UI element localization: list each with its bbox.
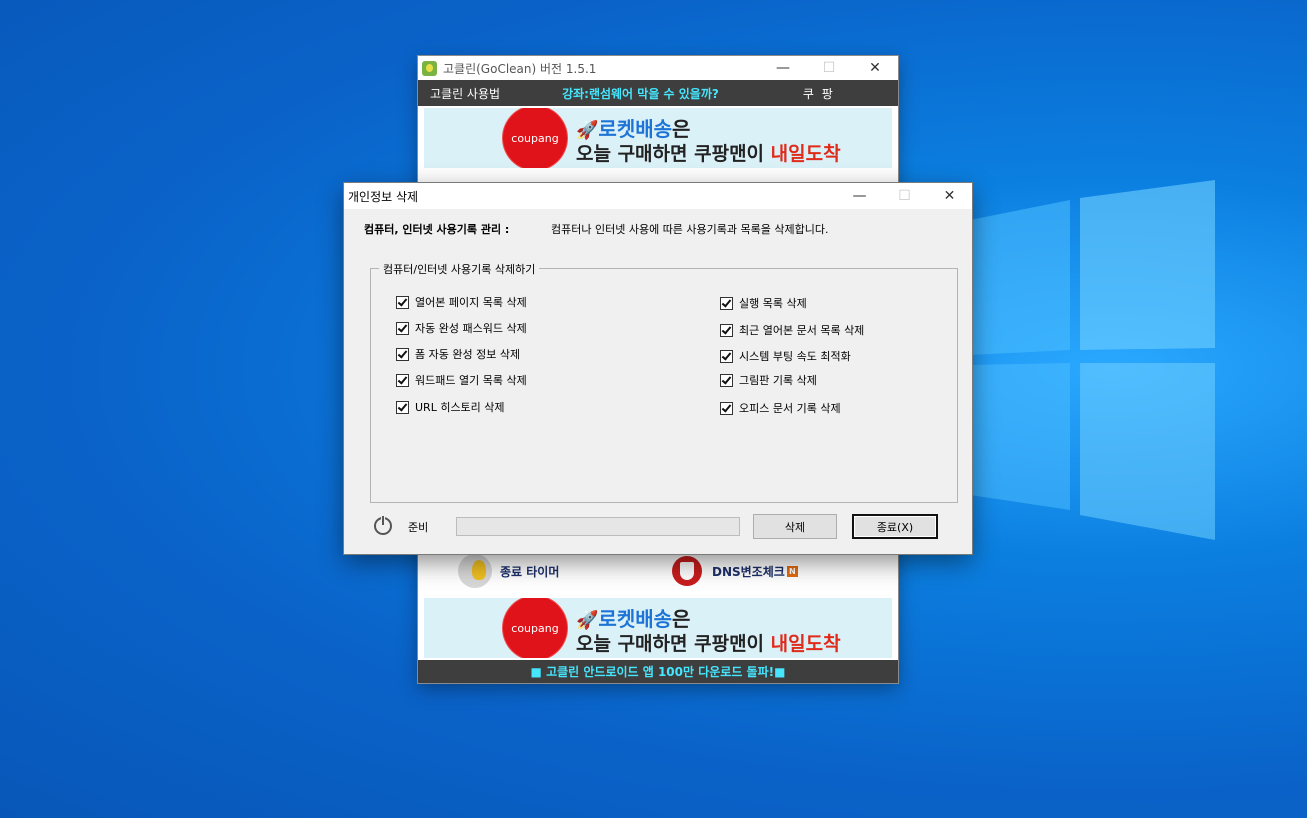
checkbox-office-history[interactable]: 오피스 문서 기록 삭제 xyxy=(720,400,841,416)
banner-headline: 🚀로켓배송은 xyxy=(576,113,690,142)
checkbox-label: 시스템 부팅 속도 최적화 xyxy=(739,350,851,363)
checkbox-box[interactable] xyxy=(720,296,733,310)
rocket-icon: 🚀 xyxy=(576,610,599,631)
banner-subline: 오늘 구매하면 쿠팡맨이 내일도착 xyxy=(576,629,841,656)
checkbox-autocomplete-password[interactable]: 자동 완성 패스워드 삭제 xyxy=(396,320,527,336)
checkbox-box[interactable] xyxy=(396,373,409,387)
checkbox-box[interactable] xyxy=(396,295,409,309)
minimize-button[interactable]: — xyxy=(760,56,806,80)
checkbox-label: 폼 자동 완성 정보 삭제 xyxy=(415,348,521,361)
checkbox-label: 최근 열어본 문서 목록 삭제 xyxy=(739,324,865,337)
main-menubar: 고클린 사용법 강좌:랜섬웨어 막을 수 있을까? 쿠 팡 xyxy=(418,80,898,106)
checkbox-boot-optimize[interactable]: 시스템 부팅 속도 최적화 xyxy=(720,348,851,364)
progress-bar xyxy=(456,517,740,536)
checkbox-label: 워드패드 열기 목록 삭제 xyxy=(415,374,527,387)
info-label: 컴퓨터, 인터넷 사용기록 관리 : xyxy=(364,223,510,236)
checkbox-label: 자동 완성 패스워드 삭제 xyxy=(415,322,527,335)
dialog-titlebar: 개인정보 삭제 — ☐ ✕ xyxy=(344,183,972,209)
privacy-delete-dialog: 개인정보 삭제 — ☐ ✕ 컴퓨터, 인터넷 사용기록 관리 : 컴퓨터나 인터… xyxy=(344,183,972,554)
shield-icon xyxy=(670,554,704,588)
timer-label: 종료 타이머 xyxy=(500,564,560,579)
checkbox-wordpad-list[interactable]: 워드패드 열기 목록 삭제 xyxy=(396,372,527,388)
checkbox-run-list[interactable]: 실행 목록 삭제 xyxy=(720,295,807,311)
checkbox-label: URL 히스토리 삭제 xyxy=(415,401,505,414)
checkbox-box[interactable] xyxy=(720,349,733,363)
close-button[interactable]: ✕ xyxy=(927,183,972,209)
checkbox-form-autocomplete[interactable]: 폼 자동 완성 정보 삭제 xyxy=(396,346,520,362)
menu-coupang[interactable]: 쿠 팡 xyxy=(803,85,835,102)
coupang-logo-badge: coupang xyxy=(506,599,564,657)
checkbox-label: 오피스 문서 기록 삭제 xyxy=(739,402,841,415)
banner-subline-text: 오늘 구매하면 쿠팡맨이 xyxy=(576,143,771,165)
main-titlebar: 고클린(GoClean) 버전 1.5.1 — ☐ ✕ xyxy=(418,56,898,80)
banner-brand: 로켓배송 xyxy=(598,117,673,141)
banner-subline: 오늘 구매하면 쿠팡맨이 내일도착 xyxy=(576,139,841,166)
main-window-title: 고클린(GoClean) 버전 1.5.1 xyxy=(443,61,597,76)
dns-label: DNS변조체크 xyxy=(712,564,785,579)
banner-suffix: 은 xyxy=(672,607,691,631)
history-delete-group: 컴퓨터/인터넷 사용기록 삭제하기 열어본 페이지 목록 삭제 자동 완성 패스… xyxy=(370,261,958,503)
coupang-logo-badge: coupang xyxy=(506,109,564,167)
banner-highlight: 내일도착 xyxy=(770,143,841,165)
checkbox-url-history[interactable]: URL 히스토리 삭제 xyxy=(396,399,505,415)
checkbox-box[interactable] xyxy=(396,321,409,335)
checkbox-box[interactable] xyxy=(720,323,733,337)
dns-check-tool[interactable]: DNS변조체크 N xyxy=(670,549,798,593)
info-description: 컴퓨터나 인터넷 사용에 따른 사용기록과 목록을 삭제합니다. xyxy=(551,223,829,236)
maximize-button: ☐ xyxy=(898,188,911,204)
coupang-ad-banner-bottom[interactable]: coupang 🚀로켓배송은 오늘 구매하면 쿠팡맨이 내일도착 xyxy=(424,598,892,658)
banner-subline-text: 오늘 구매하면 쿠팡맨이 xyxy=(576,633,771,655)
checkbox-box[interactable] xyxy=(720,401,733,415)
checkbox-label: 실행 목록 삭제 xyxy=(739,297,807,310)
tool-row: 종료 타이머 DNS변조체크 N xyxy=(418,549,898,593)
android-app-footer-link[interactable]: ■ 고클린 안드로이드 앱 100만 다운로드 돌파!■ xyxy=(418,660,898,683)
close-button[interactable]: ✕ xyxy=(852,56,898,80)
checkbox-label: 그림판 기록 삭제 xyxy=(739,374,817,387)
goclean-app-icon xyxy=(422,60,437,76)
rocket-icon: 🚀 xyxy=(576,120,599,141)
shutdown-timer-tool[interactable]: 종료 타이머 xyxy=(458,549,559,593)
checkbox-recent-documents[interactable]: 최근 열어본 문서 목록 삭제 xyxy=(720,322,864,338)
exit-button[interactable]: 종료(X) xyxy=(852,514,938,539)
dialog-title: 개인정보 삭제 xyxy=(348,189,419,204)
checkbox-box[interactable] xyxy=(396,347,409,361)
menu-howto[interactable]: 고클린 사용법 xyxy=(430,85,500,102)
power-icon xyxy=(374,516,392,535)
checkbox-box[interactable] xyxy=(720,373,733,387)
coupang-ad-banner-top[interactable]: coupang 🚀로켓배송은 오늘 구매하면 쿠팡맨이 내일도착 xyxy=(424,108,892,168)
banner-suffix: 은 xyxy=(672,117,691,141)
delete-button[interactable]: 삭제 xyxy=(753,514,837,539)
checkbox-opened-pages[interactable]: 열어본 페이지 목록 삭제 xyxy=(396,294,527,310)
banner-brand: 로켓배송 xyxy=(598,607,673,631)
status-text: 준비 xyxy=(408,521,429,534)
checkbox-paint-history[interactable]: 그림판 기록 삭제 xyxy=(720,372,817,388)
windows-logo-wallpaper xyxy=(970,180,1215,540)
timer-bulb-icon xyxy=(458,554,492,588)
group-title: 컴퓨터/인터넷 사용기록 삭제하기 xyxy=(379,261,540,277)
banner-headline: 🚀로켓배송은 xyxy=(576,603,690,632)
minimize-button[interactable]: — xyxy=(837,183,882,209)
new-badge: N xyxy=(786,565,798,577)
banner-highlight: 내일도착 xyxy=(770,633,841,655)
checkbox-label: 열어본 페이지 목록 삭제 xyxy=(415,296,527,309)
maximize-button: ☐ xyxy=(822,60,836,76)
checkbox-box[interactable] xyxy=(396,400,409,414)
menu-lecture[interactable]: 강좌:랜섬웨어 막을 수 있을까? xyxy=(562,85,719,102)
